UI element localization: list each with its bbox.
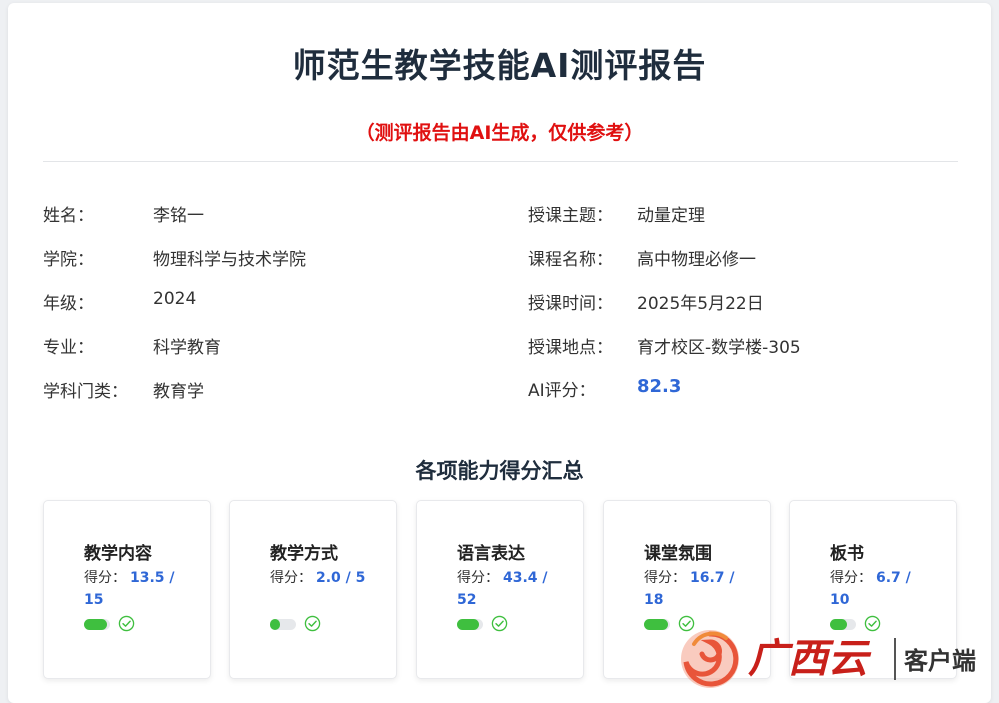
score-bar-fill [457,619,479,630]
score-bar [457,619,483,630]
card-score: 得分： 2.0 / 5 [270,567,370,589]
ai-score-label: AI评分： [528,381,596,401]
college-value: 物理科学与技术学院 [153,250,306,270]
divider [43,161,958,162]
score-bar [270,619,296,630]
discipline-label: 学科门类： [43,382,128,402]
score-bar [84,619,110,630]
score-bar-fill [644,619,669,630]
check-circle-icon [118,615,135,632]
score-card: 语言表达 得分： 43.4 / 52 [416,500,584,679]
college-label: 学院： [43,250,94,270]
location-label: 授课地点： [528,338,613,358]
card-title: 语言表达 [457,544,525,564]
time-value: 2025年5月22日 [637,294,764,314]
name-value: 李铭一 [153,206,204,226]
score-bar [644,619,670,630]
brand-swirl-icon [681,630,739,688]
summary-title: 各项能力得分汇总 [415,459,584,483]
card-title: 板书 [830,544,864,564]
card-title: 教学方式 [270,544,338,564]
card-score: 得分： 16.7 / 18 [644,567,744,611]
score-label: 得分： [457,570,499,586]
ai-score-value: 82.3 [637,376,682,397]
disclaimer-text: （测评报告由AI生成，仅供参考） [355,122,644,144]
major-label: 专业： [43,338,94,358]
course-value: 高中物理必修一 [637,250,756,270]
topic-label: 授课主题： [528,206,613,226]
name-label: 姓名： [43,206,94,226]
card-title: 教学内容 [84,544,152,564]
report-card: 师范生教学技能AI测评报告 （测评报告由AI生成，仅供参考） 姓名： 李铭一 学… [8,3,991,703]
discipline-value: 教育学 [153,382,204,402]
score-value: 2.0 / 5 [316,570,366,586]
grade-label: 年级： [43,294,94,314]
brand-wordmark: 广西云 [748,635,872,682]
check-circle-icon [491,615,508,632]
score-label: 得分： [830,570,872,586]
card-score: 得分： 6.7 / 10 [830,567,930,611]
score-bar-fill [270,619,281,630]
topic-value: 动量定理 [637,206,705,226]
card-score: 得分： 13.5 / 15 [84,567,184,611]
card-title: 课堂氛围 [644,544,712,564]
score-bar-fill [84,619,108,630]
location-value: 育才校区-数学楼-305 [637,338,801,358]
page-title: 师范生教学技能AI测评报告 [292,46,707,85]
score-label: 得分： [84,570,126,586]
score-label: 得分： [270,570,312,586]
grade-value: 2024 [153,289,197,309]
watermark-divider [894,638,896,680]
score-card: 教学方式 得分： 2.0 / 5 [229,500,397,679]
score-card: 教学内容 得分： 13.5 / 15 [43,500,211,679]
major-value: 科学教育 [153,338,221,358]
course-label: 课程名称： [528,250,613,270]
time-label: 授课时间： [528,294,613,314]
check-circle-icon [304,615,321,632]
score-label: 得分： [644,570,686,586]
watermark-logo: 广西云 客户端 [681,630,976,688]
brand-suffix: 客户端 [904,647,976,675]
card-score: 得分： 43.4 / 52 [457,567,557,611]
